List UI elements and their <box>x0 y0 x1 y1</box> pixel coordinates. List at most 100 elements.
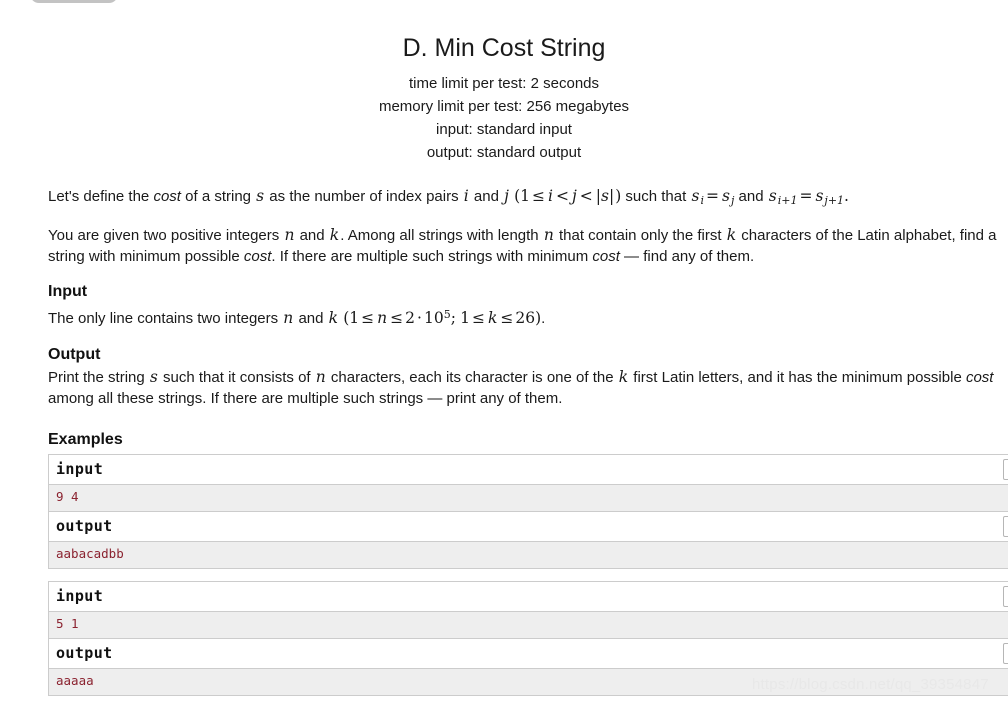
cost-emphasis: cost <box>153 188 181 205</box>
output-section: Output Print the string s such that it c… <box>0 346 1008 409</box>
math-abs-s: |s| <box>595 187 615 205</box>
math-var-j: j <box>504 187 509 205</box>
math-number-2: 2 <box>405 309 416 327</box>
copy-output-button[interactable]: Copy <box>1002 643 1008 664</box>
math-number-1: 1 <box>460 309 470 327</box>
math-semicolon: ; <box>450 309 456 327</box>
sample-output-label: output <box>56 644 113 662</box>
legend-text: — find any of them. <box>619 248 755 265</box>
legend-text: that contain only the first <box>554 227 726 244</box>
math-number-10: 10 <box>423 309 444 327</box>
legend-paragraph-2: You are given two positive integers n an… <box>48 225 1002 267</box>
output-section-heading: Output <box>48 346 101 363</box>
math-var-s: s <box>768 187 777 205</box>
math-number-26: 26 <box>515 309 536 327</box>
output-text: first Latin letters, and it has the mini… <box>629 369 966 386</box>
sample-input-value: 9 4 <box>56 489 79 504</box>
math-subscript-i-plus-1: i+1 <box>777 194 798 207</box>
math-equals: = <box>705 187 719 205</box>
sample-output-header: output Copy <box>49 639 1008 669</box>
output-text: Print the string <box>48 369 149 386</box>
legend-text: Let's define the <box>48 188 154 205</box>
math-var-k: k <box>329 226 340 244</box>
sample-input-label: input <box>56 587 104 605</box>
math-paren-open: (1 <box>343 309 360 327</box>
sample-output-header: output Copy <box>49 512 1008 542</box>
legend-text: and <box>469 188 504 205</box>
math-var-s: s <box>691 187 700 205</box>
sample-output-data: aabacadbb <box>49 542 1008 569</box>
math-var-n: n <box>377 309 388 327</box>
math-var-n: n <box>284 226 295 244</box>
math-leq: ≤ <box>361 309 375 327</box>
input-text: . <box>541 310 546 327</box>
sample-output-label: output <box>56 517 113 535</box>
math-paren-open: (1 <box>514 187 530 205</box>
math-var-n: n <box>315 368 326 386</box>
output-text: such that it consists of <box>158 369 315 386</box>
sample-input-data: 9 4 <box>49 485 1008 512</box>
cost-emphasis: cost <box>965 369 994 386</box>
legend-text: such that <box>621 188 691 205</box>
math-var-s: s <box>721 187 730 205</box>
math-subscript-j-plus-1: j+1 <box>824 194 845 207</box>
input-text: and <box>294 310 328 327</box>
copy-input-button[interactable]: Copy <box>1002 459 1008 480</box>
math-var-n: n <box>543 226 554 244</box>
copy-input-button[interactable]: Copy <box>1002 586 1008 607</box>
copy-output-button[interactable]: Copy <box>1002 516 1008 537</box>
output-spec: output: standard output <box>426 144 582 161</box>
watermark: https://blog.csdn.net/qq_39354847 <box>752 676 989 693</box>
math-var-i: i <box>463 187 469 205</box>
math-var-j: j <box>571 187 577 205</box>
legend-text: You are given two positive integers <box>48 227 284 244</box>
math-period: . <box>844 187 849 205</box>
cost-emphasis: cost <box>243 248 272 265</box>
math-lt: < <box>555 187 569 205</box>
math-var-k: k <box>726 226 737 244</box>
memory-limit: memory limit per test: 256 megabytes <box>378 98 630 115</box>
sample-input-header: input Copy <box>49 455 1008 485</box>
sample-input-header: input Copy <box>49 582 1008 612</box>
problem-statement: D. Min Cost String time limit per test: … <box>0 0 1008 708</box>
sample-input-label: input <box>56 460 104 478</box>
math-var-k: k <box>328 309 339 327</box>
sample-input-value: 5 1 <box>56 616 79 631</box>
math-var-s: s <box>256 187 265 205</box>
math-var-i: i <box>548 187 553 205</box>
input-section-body: The only line contains two integers n an… <box>0 304 1008 329</box>
input-section: Input The only line contains two integer… <box>0 283 1008 329</box>
legend-text: . If there are multiple such strings wit… <box>271 248 593 265</box>
math-equals: = <box>799 187 813 205</box>
sample-input-data: 5 1 <box>49 612 1008 639</box>
sample-tests: input Copy 9 4 output Copy aabacadbb inp… <box>0 454 1008 696</box>
math-leq: ≤ <box>500 309 514 327</box>
math-var-k: k <box>487 309 498 327</box>
legend-text: . Among all strings with length <box>340 227 543 244</box>
input-spec: input: standard input <box>436 121 572 138</box>
math-leq: ≤ <box>471 309 485 327</box>
output-text: among all these strings. If there are mu… <box>48 390 563 407</box>
math-var-k: k <box>618 368 629 386</box>
math-lt: < <box>579 187 593 205</box>
problem-limits: time limit per test: 2 seconds memory li… <box>0 72 1008 164</box>
problem-legend: Let's define the cost of a string s as t… <box>0 186 1008 267</box>
legend-text: and <box>295 227 329 244</box>
output-text: characters, each its character is one of… <box>326 369 618 386</box>
cost-emphasis: cost <box>592 248 620 265</box>
math-var-s: s <box>149 368 158 386</box>
math-leq: ≤ <box>532 187 545 205</box>
legend-text: and <box>734 188 768 205</box>
legend-text: as the number of index pairs <box>265 188 463 205</box>
output-section-body: Print the string s such that it consists… <box>0 367 1008 409</box>
input-text: The only line contains two integers <box>48 310 283 327</box>
math-cdot: · <box>417 309 422 327</box>
input-section-heading: Input <box>48 283 88 300</box>
math-exponent-5: 5 <box>443 308 451 321</box>
math-leq: ≤ <box>390 309 404 327</box>
sample-output-value: aabacadbb <box>56 546 124 561</box>
time-limit: time limit per test: 2 seconds <box>408 75 600 92</box>
page-title: D. Min Cost String <box>402 34 606 62</box>
examples-heading: Examples <box>48 431 123 448</box>
sample-test-block: input Copy 9 4 output Copy aabacadbb <box>48 454 1008 569</box>
